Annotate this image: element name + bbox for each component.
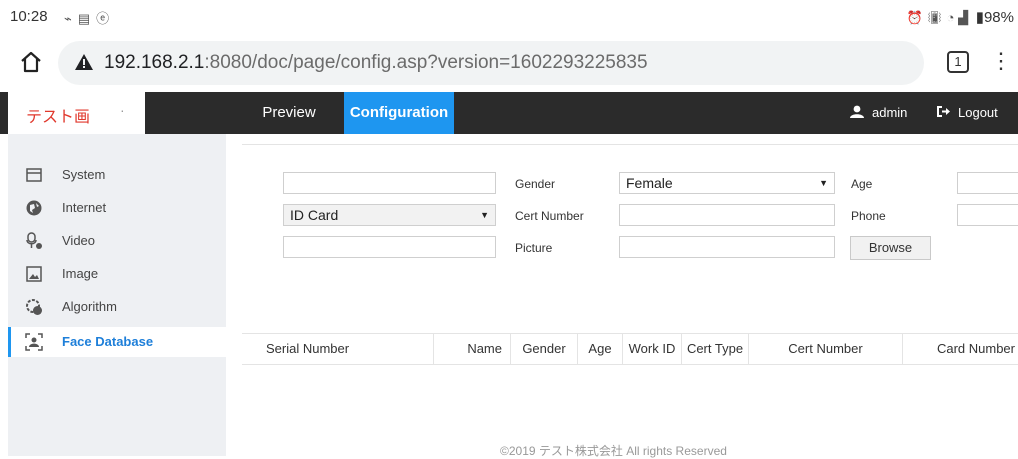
alarm-icon: ⏰ xyxy=(906,10,923,25)
cert-number-input[interactable] xyxy=(619,204,835,226)
brand-name: テスト画 xyxy=(26,109,91,126)
sidebar-item-face-database[interactable]: Face Database xyxy=(8,327,226,357)
not-secure-warning-icon[interactable] xyxy=(74,52,94,72)
url-host: 192.168.2.1 xyxy=(104,52,205,73)
sidebar-item-label: Image xyxy=(62,266,99,281)
face-database-icon xyxy=(25,333,43,351)
sidebar-item-label: Internet xyxy=(62,200,107,215)
battery-indicator: ▮98% xyxy=(976,9,1014,26)
clock: 10:28 xyxy=(10,8,48,25)
copyright-footer: ©2019 テスト株式会社 All rights Reserved xyxy=(500,444,727,458)
status-bar: 10:28 ⌁▤ⓔ ⏰ 📳︎ ◔ ▟ ▮98% xyxy=(0,0,1018,34)
app-header: テスト画 · Preview Configuration admin Logou… xyxy=(0,92,1018,134)
logout-label: Logout xyxy=(958,105,998,120)
column-header-age[interactable]: Age xyxy=(578,334,623,364)
age-label: Age xyxy=(851,177,873,191)
home-icon[interactable] xyxy=(18,49,44,75)
name-input[interactable] xyxy=(283,172,496,194)
active-indicator xyxy=(8,327,11,357)
logout-button[interactable]: Logout xyxy=(936,92,998,134)
url-text[interactable]: 192.168.2.1:8080/doc/page/config.asp?ver… xyxy=(104,52,648,74)
picture-label: Picture xyxy=(515,241,553,255)
sidebar-item-label: Face Database xyxy=(62,334,154,349)
brand-logo: テスト画 · xyxy=(8,92,145,134)
signal-icon: ▟ xyxy=(958,10,969,25)
cert-type-select[interactable]: ID Card ▼ xyxy=(283,204,496,226)
battery-icon: ▮ xyxy=(975,9,984,26)
vibrate-icon: 📳︎ xyxy=(926,10,943,25)
system-status: ⏰ 📳︎ ◔ ▟ ▮98% xyxy=(907,8,1014,26)
browser-toolbar: 192.168.2.1:8080/doc/page/config.asp?ver… xyxy=(0,34,1018,92)
sidebar-item-system[interactable]: System xyxy=(8,160,226,190)
user-menu[interactable]: admin xyxy=(850,92,907,134)
username: admin xyxy=(872,105,908,120)
age-input[interactable] xyxy=(957,172,1018,194)
gender-select[interactable]: Female ▼ xyxy=(619,172,835,194)
url-path: :8080/doc/page/config.asp?version=160229… xyxy=(204,52,648,73)
column-header-card-number[interactable]: Card Number xyxy=(903,334,1018,364)
table-header: Serial Number Name Gender Age Work ID Ce… xyxy=(242,333,1018,365)
column-header-name[interactable]: Name xyxy=(434,334,511,364)
video-icon xyxy=(26,232,42,249)
brand-suffix: · xyxy=(120,102,125,118)
nav-tab-configuration[interactable]: Configuration xyxy=(344,92,454,134)
wifi-call-icon: ⌁ xyxy=(64,11,78,26)
image-icon xyxy=(26,266,42,282)
chevron-down-icon: ▼ xyxy=(480,210,489,220)
phone-input[interactable] xyxy=(957,204,1018,226)
phone-label: Phone xyxy=(851,209,886,223)
column-header-serial-number[interactable]: Serial Number xyxy=(242,334,434,364)
sidebar-item-label: Video xyxy=(62,233,96,248)
sidebar-item-video[interactable]: Video xyxy=(8,226,226,256)
battery-level: 98% xyxy=(983,9,1014,26)
keyboard-icon: ▤ xyxy=(77,11,97,26)
sidebar-item-internet[interactable]: Internet xyxy=(8,193,226,223)
cert-number-label: Cert Number xyxy=(515,209,584,223)
algorithm-icon xyxy=(26,299,42,315)
extra-input[interactable] xyxy=(283,236,496,258)
sidebar-item-image[interactable]: Image xyxy=(8,259,226,289)
gender-label: Gender xyxy=(515,177,556,191)
user-icon xyxy=(850,105,864,118)
e-icon: ⓔ xyxy=(96,11,116,26)
sidebar: System Internet Video Image Algorithm Fa… xyxy=(8,134,226,456)
column-header-work-id[interactable]: Work ID xyxy=(623,334,682,364)
internet-icon xyxy=(26,200,42,216)
cert-type-selected-value: ID Card xyxy=(290,207,339,223)
wifi-icon: ◔ xyxy=(946,10,955,25)
logout-icon xyxy=(937,106,950,117)
sidebar-item-algorithm[interactable]: Algorithm xyxy=(8,292,226,322)
tab-switcher-button[interactable]: 1 xyxy=(947,51,969,73)
sidebar-item-label: Algorithm xyxy=(62,299,117,314)
notification-icons: ⌁▤ⓔ xyxy=(64,8,115,27)
nav-tab-preview[interactable]: Preview xyxy=(234,92,344,134)
chevron-down-icon: ▼ xyxy=(819,178,828,188)
address-bar[interactable]: 192.168.2.1:8080/doc/page/config.asp?ver… xyxy=(58,41,924,85)
system-icon xyxy=(26,168,42,182)
picture-path-input[interactable] xyxy=(619,236,835,258)
browse-button[interactable]: Browse xyxy=(850,236,931,260)
face-database-panel: Gender Female ▼ Age ID Card ▼ Cert Numbe… xyxy=(242,144,1018,456)
column-header-cert-type[interactable]: Cert Type xyxy=(682,334,749,364)
browser-menu-icon[interactable]: ⋮ xyxy=(990,48,1012,76)
gender-selected-value: Female xyxy=(626,175,673,191)
column-header-cert-number[interactable]: Cert Number xyxy=(749,334,903,364)
sidebar-item-label: System xyxy=(62,167,106,182)
column-header-gender[interactable]: Gender xyxy=(511,334,578,364)
